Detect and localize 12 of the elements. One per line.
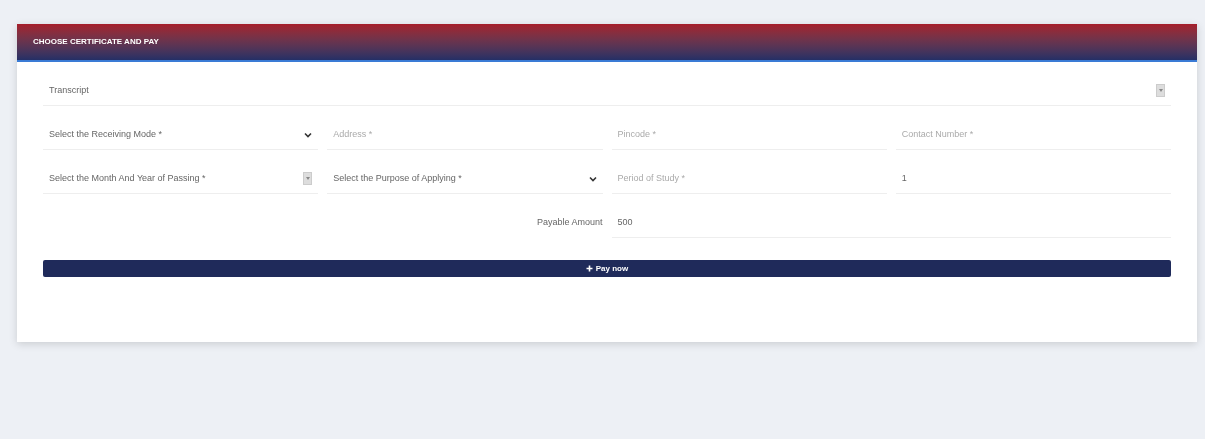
select-field[interactable]: Select the Purpose of Applying * [327, 164, 603, 194]
card-title: CHOOSE CERTIFICATE AND PAY [33, 36, 159, 48]
select-field[interactable]: Select the Receiving Mode * [43, 120, 319, 150]
input-field[interactable]: 1 [895, 164, 1171, 194]
field-label: Payable Amount [536, 216, 603, 230]
pay-now-button[interactable]: Pay now [43, 260, 1171, 277]
plus-icon [585, 265, 593, 272]
input-field[interactable]: 500 [611, 208, 1171, 238]
chevron-down-icon [588, 175, 597, 182]
select-field[interactable]: Select the Month And Year of Passing * [43, 164, 319, 194]
chevron-down-icon [304, 131, 313, 138]
select-field[interactable]: Transcript [43, 76, 1171, 106]
